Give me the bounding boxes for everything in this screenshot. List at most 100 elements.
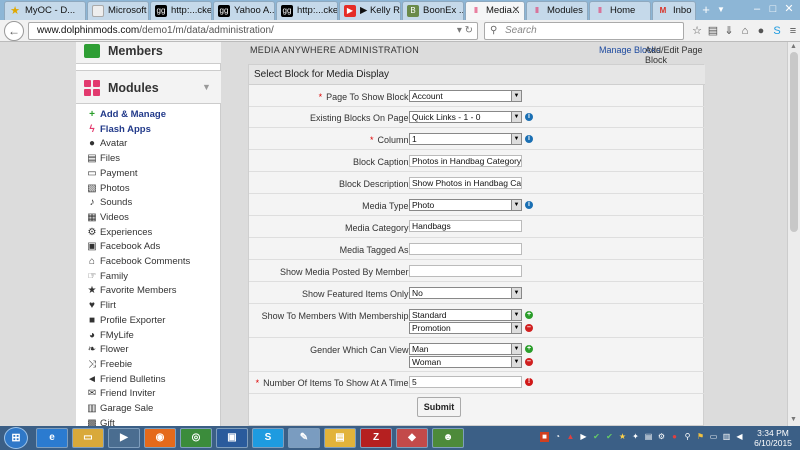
tray-alert-icon[interactable]: ● — [670, 432, 679, 442]
scroll-up-icon[interactable]: ▲ — [790, 43, 797, 50]
firefox-taskbar-icon[interactable]: ◉ — [144, 428, 176, 448]
frog-taskbar-icon[interactable]: ☻ — [432, 428, 464, 448]
skype-icon[interactable]: S — [770, 24, 784, 38]
sidebar-item[interactable]: ◕ FMyLife — [86, 329, 134, 343]
show-featured-select[interactable]: No ▼ — [409, 287, 522, 299]
sidebar-item[interactable]: ▣ Facebook Ads — [86, 240, 160, 254]
bookmark-star-icon[interactable]: ☆ — [690, 24, 704, 38]
tray-usb-icon[interactable]: ⚲ — [683, 432, 692, 442]
remove-row-icon[interactable]: – — [525, 324, 533, 332]
chrome-taskbar-icon[interactable]: ◎ — [180, 428, 212, 448]
sidebar-item[interactable]: + Add & Manage — [86, 108, 166, 122]
sidebar-item[interactable]: ⚙ Experiences — [86, 226, 153, 240]
filezilla-taskbar-icon[interactable]: Z — [360, 428, 392, 448]
block-caption-input[interactable]: Photos in Handbag Category — [409, 155, 522, 167]
tab-gmail-inbox[interactable]: M Inbo — [652, 1, 696, 20]
sidebar-item[interactable]: ♥ Flirt — [86, 299, 116, 313]
sidebar-item[interactable]: ▩ Gift — [86, 417, 115, 426]
sidebar-item[interactable]: ▦ Videos — [86, 211, 129, 225]
sidebar-item[interactable]: ● Avatar — [86, 137, 127, 151]
media-tagged-as-input[interactable] — [409, 243, 522, 255]
add-row-icon[interactable]: + — [525, 311, 533, 319]
back-arrow-icon[interactable]: ← — [4, 21, 24, 41]
start-button[interactable]: ⊞ — [4, 427, 28, 449]
tab-media-active[interactable]: ‖ Media... ✕ — [465, 1, 525, 21]
tab-myoc[interactable]: ★ MyOC - D... — [4, 1, 86, 20]
remove-row-icon[interactable]: – — [525, 358, 533, 366]
maximize-icon[interactable]: □ — [766, 2, 780, 16]
sidebar-item[interactable]: ⤨ Freebie — [86, 358, 132, 372]
column-select[interactable]: 1 ▼ — [409, 133, 522, 145]
add-edit-page-block-link[interactable]: Add/Edit Page Block — [645, 45, 712, 65]
close-window-icon[interactable]: ✕ — [782, 2, 796, 16]
tray-monitor-icon[interactable]: ▭ — [709, 432, 718, 442]
tray-star-icon[interactable]: ★ — [618, 432, 627, 442]
menu-icon[interactable]: ≡ — [786, 24, 800, 38]
page-scrollbar[interactable]: ▲ ▼ — [787, 42, 800, 426]
skype-taskbar-icon[interactable]: S — [252, 428, 284, 448]
sidebar-item[interactable]: ϟ Flash Apps — [86, 123, 151, 137]
close-tab-icon[interactable]: ✕ — [512, 5, 520, 16]
page-to-show-block-select[interactable]: Account ▼ — [409, 90, 522, 102]
download-icon[interactable]: ⇓ — [722, 24, 736, 38]
info-icon[interactable]: i — [525, 201, 533, 209]
show-posted-by-input[interactable] — [409, 265, 522, 277]
tray-settings-icon[interactable]: ⚙ — [657, 432, 666, 442]
gender-select-1[interactable]: Man ▼ — [409, 343, 522, 355]
scroll-down-icon[interactable]: ▼ — [790, 416, 797, 423]
collapse-chevron-icon[interactable]: ▼ — [202, 82, 211, 92]
gender-select-2[interactable]: Woman ▼ — [409, 356, 522, 368]
eraser-taskbar-icon[interactable]: ◆ — [396, 428, 428, 448]
tray-volume-icon[interactable]: ◀ — [735, 432, 744, 442]
sidebar-item[interactable]: ❧ Flower — [86, 343, 129, 357]
num-items-input[interactable]: 5 — [409, 376, 522, 388]
minimize-icon[interactable]: – — [750, 2, 764, 16]
reading-list-icon[interactable]: ▤ — [706, 24, 720, 38]
tray-doc-icon[interactable]: ▤ — [644, 432, 653, 442]
tab-home[interactable]: ‖ Home — [589, 1, 651, 20]
folder-taskbar-icon[interactable]: ▤ — [324, 428, 356, 448]
sidebar-item[interactable]: ♪ Sounds — [86, 196, 133, 210]
media-player-taskbar-icon[interactable]: ▶ — [108, 428, 140, 448]
tray-app-icon[interactable]: ■ — [540, 432, 549, 442]
search-box[interactable]: ⚲ Search — [484, 22, 684, 40]
tray-shield-icon[interactable]: ✔ — [605, 432, 614, 442]
sidebar-item[interactable]: ◄ Friend Bulletins — [86, 373, 165, 387]
submit-button[interactable]: Submit — [417, 397, 461, 417]
tab-boonex[interactable]: B BoonEx ... — [402, 1, 464, 20]
media-type-select[interactable]: Photo ▼ — [409, 199, 522, 211]
media-category-input[interactable]: Handbags — [409, 220, 522, 232]
scrollbar-thumb[interactable] — [790, 52, 798, 232]
new-tab-icon[interactable]: + — [699, 3, 713, 17]
sidebar-item[interactable]: ▤ Files — [86, 152, 120, 166]
tab-modules[interactable]: ‖ Modules — [526, 1, 588, 20]
explorer-taskbar-icon[interactable]: ▭ — [72, 428, 104, 448]
tray-pdf-icon[interactable]: ▲ — [566, 432, 575, 442]
tray-network-icon[interactable]: ▥ — [722, 432, 731, 442]
sidebar-item[interactable]: ★ Favorite Members — [86, 284, 177, 298]
tab-yahoo-answers[interactable]: gg Yahoo A... — [213, 1, 275, 20]
info-icon[interactable]: i — [525, 135, 533, 143]
reload-icon[interactable]: ▾ ↻ — [457, 23, 473, 39]
paint-taskbar-icon[interactable]: ✎ — [288, 428, 320, 448]
taskbar-clock[interactable]: 3:34 PM 6/10/2015 — [748, 428, 798, 448]
tray-arrow-icon[interactable]: ▶ — [579, 432, 588, 442]
membership-select-1[interactable]: Standard ▼ — [409, 309, 522, 321]
tray-clock-icon[interactable]: ◔ — [553, 432, 562, 442]
sidebar-item[interactable]: ▥ Garage Sale — [86, 402, 153, 416]
ie-taskbar-icon[interactable]: e — [36, 428, 68, 448]
tab-list-icon[interactable]: ▼ — [714, 3, 728, 17]
tray-flag-icon[interactable]: ⚑ — [696, 432, 705, 442]
tray-tool-icon[interactable]: ✦ — [631, 432, 640, 442]
tray-check-icon[interactable]: ✔ — [592, 432, 601, 442]
members-box[interactable]: Members — [76, 42, 221, 64]
sidebar-item[interactable]: ✉ Friend Inviter — [86, 387, 156, 401]
tab-http-cker-1[interactable]: gg http:...cker — [150, 1, 212, 20]
existing-blocks-select[interactable]: Quick Links - 1 - 0 ▼ — [409, 111, 522, 123]
sidebar-item[interactable]: ▧ Photos — [86, 182, 129, 196]
home-icon[interactable]: ⌂ — [738, 24, 752, 38]
sidebar-item[interactable]: ▭ Payment — [86, 167, 137, 181]
membership-select-2[interactable]: Promotion ▼ — [409, 322, 522, 334]
add-row-icon[interactable]: + — [525, 345, 533, 353]
chat-icon[interactable]: ● — [754, 24, 768, 38]
